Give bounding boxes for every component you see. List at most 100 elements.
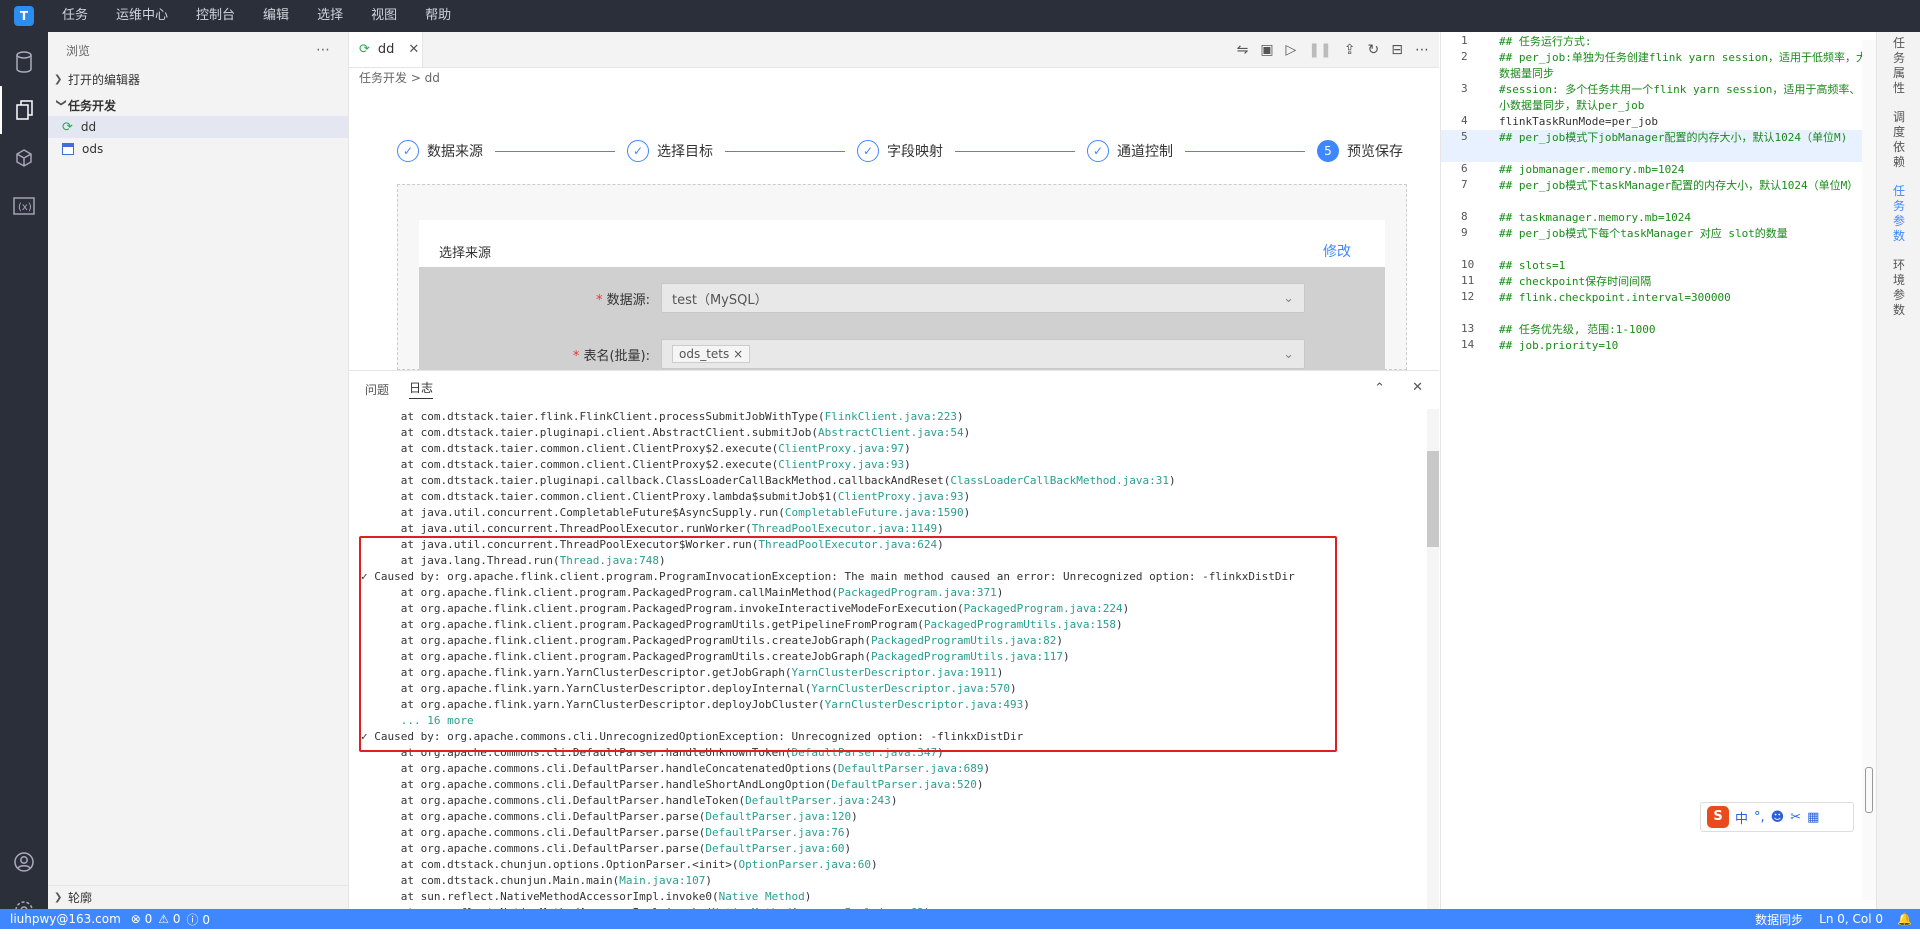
function-icon[interactable]: (x) <box>0 182 48 230</box>
datasource-label: * 数据源: <box>595 293 650 308</box>
app-logo[interactable]: T <box>0 0 48 32</box>
check-icon: ✓ <box>627 140 649 162</box>
log-line: at com.dtstack.taier.common.client.Clien… <box>361 490 971 503</box>
warning-count[interactable]: ⚠ 0 <box>158 912 180 926</box>
tab-log[interactable]: 日志 <box>409 379 434 399</box>
chevron-down-icon: ⌄ <box>1283 346 1294 362</box>
menu-item-ops[interactable]: 运维中心 <box>102 0 182 32</box>
swap-icon[interactable]: ⇋ <box>1237 42 1249 58</box>
table-select[interactable]: ods_tets × ⌄ <box>661 339 1305 369</box>
code-line: 2 ## per_job:单独为任务创建flink yarn session，适用… <box>1461 50 1868 80</box>
info-count[interactable]: ⓘ 0 <box>187 911 210 928</box>
more-actions-icon[interactable]: ⋯ <box>316 42 330 58</box>
step-connector <box>495 151 615 152</box>
more-icon[interactable]: ⋯ <box>1415 42 1429 58</box>
explorer-icon[interactable] <box>0 86 48 134</box>
code-line: 11 ## checkpoint保存时间间隔 <box>1461 274 1652 288</box>
tree-item-ods[interactable]: ods <box>48 138 348 160</box>
log-line: at sun.reflect.NativeMethodAccessorImpl.… <box>361 890 812 903</box>
section-outline[interactable]: ❯ 轮廓 <box>48 885 353 908</box>
reload-icon[interactable]: ↻ <box>1368 42 1380 58</box>
rail-task-props[interactable]: 任务属性 <box>1891 36 1907 96</box>
tree-item-label: ods <box>82 142 104 156</box>
step-datasource: ✓ 数据来源 <box>397 140 491 162</box>
close-icon[interactable]: ✕ <box>1412 380 1423 395</box>
check-icon: ✓ <box>1087 140 1109 162</box>
editor-toolbar: ⇋ ▣ ▷ ❚❚ ⇪ ↻ ⊟ ⋯ <box>1237 32 1429 67</box>
edit-link[interactable]: 修改 <box>1323 241 1351 261</box>
log-line: at com.dtstack.taier.flink.FlinkClient.p… <box>361 410 964 423</box>
step-preview: 5 预览保存 <box>1317 140 1411 162</box>
log-line: at org.apache.commons.cli.DefaultParser.… <box>361 762 991 775</box>
warning-icon: ⚠ <box>158 912 170 926</box>
table-icon <box>62 143 74 155</box>
step-connector <box>955 151 1075 152</box>
rail-env-params[interactable]: 环境参数 <box>1891 258 1907 318</box>
svg-text:(x): (x) <box>18 202 32 213</box>
right-side-tabs: 任务属性 调度依赖 任务参数 环境参数 <box>1876 32 1920 909</box>
tab-dd[interactable]: ⟳ dd ✕ <box>349 32 423 67</box>
log-line: at java.util.concurrent.ThreadPoolExecut… <box>361 522 944 535</box>
scrollbar-thumb[interactable] <box>1427 451 1439 547</box>
scrollbar-thumb[interactable] <box>1865 767 1873 813</box>
rail-task-params[interactable]: 任务参数 <box>1891 184 1907 244</box>
table-label: * 表名(批量): <box>572 349 650 364</box>
import-icon[interactable]: ⊟ <box>1391 42 1403 58</box>
error-count[interactable]: ⊗ 0 <box>131 912 153 926</box>
code-line: 3 #session: 多个任务共用一个flink yarn session，适用… <box>1461 82 1861 112</box>
step-connector <box>1185 151 1305 152</box>
menu-item-view[interactable]: 视图 <box>357 0 411 32</box>
chevron-right-icon: ❯ <box>54 73 63 85</box>
upload-icon[interactable]: ⇪ <box>1344 42 1356 58</box>
run-icon[interactable]: ▷ <box>1286 42 1297 58</box>
step-label: 预览保存 <box>1347 144 1403 160</box>
stop-icon[interactable]: ❚❚ <box>1308 42 1331 58</box>
code-line: 13 ## 任务优先级, 范围:1-1000 <box>1461 322 1656 336</box>
menu-item-help[interactable]: 帮助 <box>411 0 465 32</box>
log-line: at com.dtstack.taier.common.client.Clien… <box>361 442 911 455</box>
sync-icon: ⟳ <box>359 42 370 57</box>
menu-item-task[interactable]: 任务 <box>48 0 102 32</box>
grid-icon: ▦ <box>1807 809 1820 825</box>
code-scrollbar[interactable] <box>1862 40 1876 900</box>
tag-close-icon[interactable]: × <box>733 347 743 361</box>
tab-label: dd <box>377 42 395 57</box>
menu-item-console[interactable]: 控制台 <box>182 0 249 32</box>
code-line: 12 ## flink.checkpoint.interval=300000 <box>1461 290 1731 304</box>
log-line: at com.dtstack.chunjun.Main.main(Main.ja… <box>361 874 712 887</box>
ime-lang: 中 <box>1735 811 1749 827</box>
status-bar: liuhpwy@163.com ⊗ 0 ⚠ 0 ⓘ 0 数据同步 Ln 0, C… <box>0 909 1920 929</box>
section-open-editors[interactable]: ❯ 打开的编辑器 <box>48 68 348 90</box>
log-scrollbar[interactable] <box>1427 409 1439 910</box>
breadcrumb: 任务开发 > dd <box>359 71 440 85</box>
close-icon[interactable]: ✕ <box>408 42 419 57</box>
section-task-dev[interactable]: ❯ 任务开发 <box>48 94 348 116</box>
account-icon[interactable] <box>0 838 48 886</box>
tab-problems[interactable]: 问题 <box>365 381 389 398</box>
step-number: 5 <box>1317 140 1339 162</box>
chevron-up-icon[interactable]: ⌃ <box>1374 381 1385 396</box>
task-params-editor[interactable]: 1 ## 任务运行方式: 2 ## per_job:单独为任务创建flink yarn… <box>1440 32 1877 909</box>
database-icon[interactable] <box>0 38 48 86</box>
bell-icon[interactable]: 🔔 <box>1897 912 1912 926</box>
step-label: 数据来源 <box>427 144 483 160</box>
menu-item-edit[interactable]: 编辑 <box>249 0 303 32</box>
step-target: ✓ 选择目标 <box>627 140 721 162</box>
rail-schedule-deps[interactable]: 调度依赖 <box>1891 110 1907 170</box>
sidebar-title: 浏览 <box>66 43 91 58</box>
section-label: 轮廓 <box>68 890 93 905</box>
save-icon[interactable]: ▣ <box>1260 42 1273 58</box>
panel-tabs: 问题 日志 ⌃ ✕ <box>349 371 1439 407</box>
punctuation-icon: °, <box>1754 809 1765 825</box>
scissors-icon: ✂ <box>1790 809 1802 825</box>
tree-item-dd[interactable]: ⟳ dd <box>48 116 348 138</box>
user-email[interactable]: liuhpwy@163.com <box>10 912 121 926</box>
step-label: 选择目标 <box>657 144 713 160</box>
log-line: at org.apache.commons.cli.DefaultParser.… <box>361 826 852 839</box>
cube-icon[interactable] <box>0 134 48 182</box>
datasource-select[interactable]: test（MySQL） ⌄ <box>661 283 1305 313</box>
menu-item-select[interactable]: 选择 <box>303 0 357 32</box>
ime-toolbar[interactable]: S 中 °, ☻ ✂ ▦ <box>1700 802 1854 832</box>
log-line: at com.dtstack.chunjun.options.OptionPar… <box>361 858 878 871</box>
code-line: 7 ## per_job模式下taskManager配置的内存大小，默认1024（… <box>1461 178 1859 192</box>
